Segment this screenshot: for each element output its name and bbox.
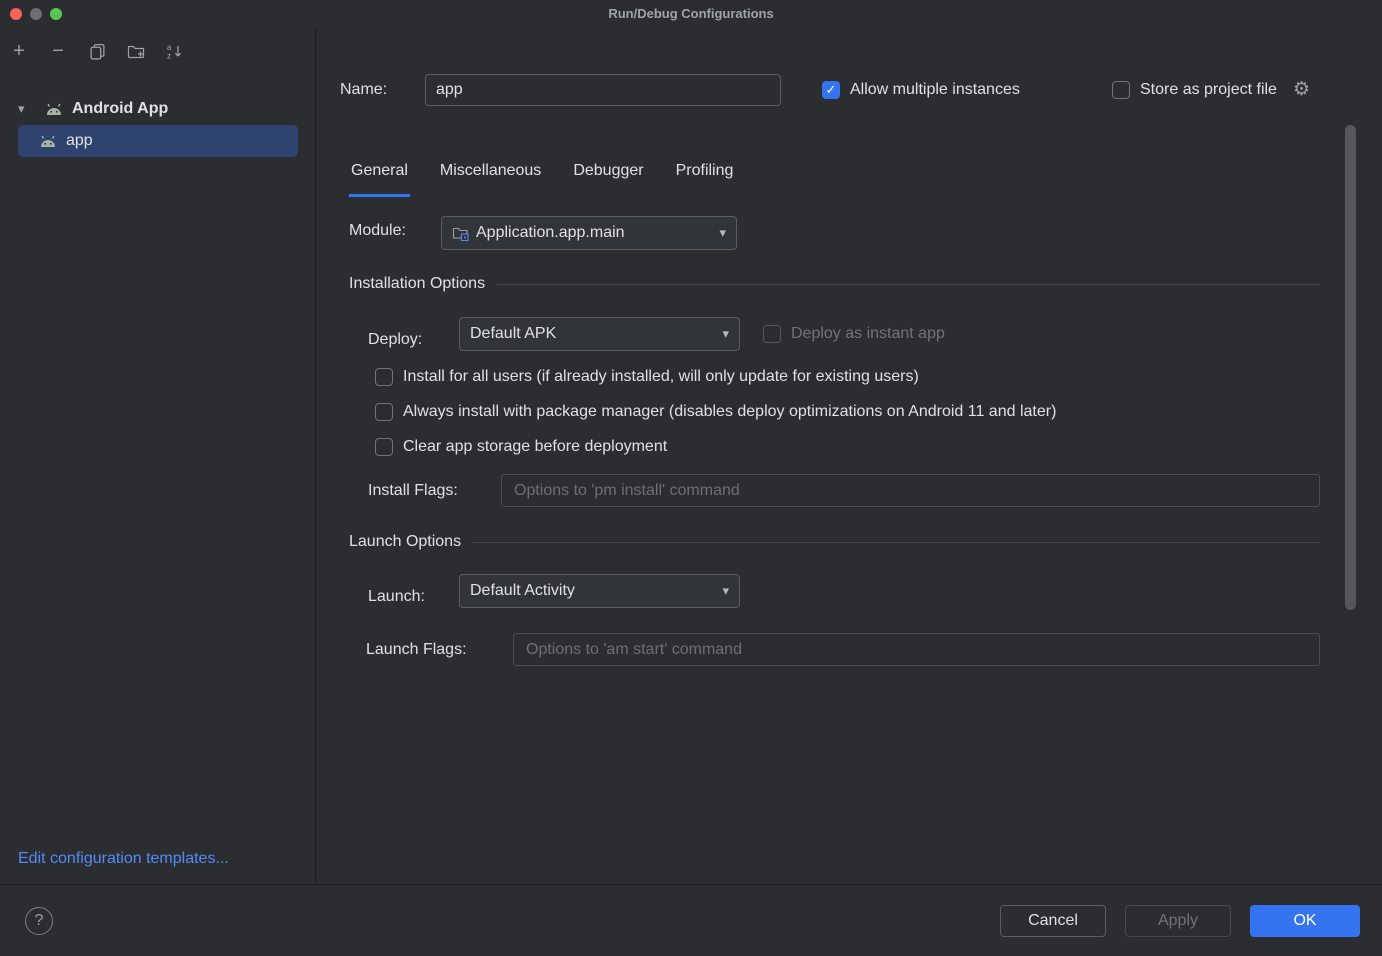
sort-configurations-icon[interactable]: a z — [166, 42, 184, 60]
titlebar: Run/Debug Configurations — [0, 0, 1382, 28]
deploy-dropdown[interactable]: Default APK ▾ — [459, 317, 740, 351]
always-install-package-manager-label: Always install with package manager (dis… — [403, 403, 1056, 421]
launch-dropdown[interactable]: Default Activity ▾ — [459, 574, 740, 608]
launch-options-title: Launch Options — [349, 533, 461, 551]
install-flags-label: Install Flags: — [368, 474, 458, 507]
dropdown-arrow-icon: ▾ — [722, 583, 729, 599]
always-install-package-manager-checkbox[interactable]: Always install with package manager (dis… — [375, 403, 1056, 421]
android-icon — [44, 102, 64, 116]
tab-general[interactable]: General — [349, 150, 410, 197]
launch-label: Launch: — [368, 580, 425, 614]
dialog-footer: ? Cancel Apply OK — [0, 884, 1382, 956]
module-icon — [452, 225, 469, 241]
installation-options-title: Installation Options — [349, 275, 485, 293]
tree-group-android-app[interactable]: ▾ Android App — [0, 94, 315, 124]
checkbox-unchecked-icon[interactable] — [375, 368, 393, 386]
remove-configuration-icon[interactable]: − — [49, 42, 67, 60]
checkbox-unchecked-icon[interactable] — [375, 403, 393, 421]
name-label: Name: — [340, 74, 387, 106]
checkbox-disabled-icon — [763, 325, 781, 343]
installation-options-section: Installation Options — [349, 275, 1320, 293]
ok-button[interactable]: OK — [1250, 905, 1360, 937]
copy-configuration-icon[interactable] — [88, 42, 106, 60]
section-divider — [473, 542, 1320, 543]
svg-text:z: z — [167, 51, 171, 60]
checkbox-unchecked-icon[interactable] — [375, 438, 393, 456]
cancel-button[interactable]: Cancel — [1000, 905, 1106, 937]
tree-group-label: Android App — [72, 100, 168, 118]
launch-value: Default Activity — [470, 582, 575, 600]
launch-flags-label: Launch Flags: — [366, 633, 467, 666]
allow-multiple-instances-label: Allow multiple instances — [850, 81, 1020, 99]
new-folder-icon[interactable] — [127, 42, 145, 60]
window-title: Run/Debug Configurations — [0, 0, 1382, 28]
sidebar-toolbar: + − a z — [10, 42, 184, 60]
checkbox-unchecked-icon[interactable] — [1112, 81, 1130, 99]
help-icon: ? — [35, 912, 44, 930]
android-icon — [38, 134, 58, 148]
chevron-down-icon[interactable]: ▾ — [18, 101, 34, 117]
apply-button[interactable]: Apply — [1125, 905, 1231, 937]
help-button[interactable]: ? — [25, 907, 53, 935]
vertical-scrollbar[interactable] — [1345, 125, 1356, 610]
store-as-project-file-label: Store as project file — [1140, 81, 1277, 99]
tab-bar: General Miscellaneous Debugger Profiling — [349, 150, 735, 197]
deploy-as-instant-app-checkbox: Deploy as instant app — [763, 325, 945, 343]
tab-miscellaneous[interactable]: Miscellaneous — [438, 150, 543, 197]
gear-icon[interactable]: ⚙ — [1293, 81, 1310, 99]
clear-app-storage-checkbox[interactable]: Clear app storage before deployment — [375, 438, 667, 456]
install-flags-input[interactable] — [501, 474, 1320, 507]
name-input[interactable] — [425, 74, 781, 106]
edit-configuration-templates-link[interactable]: Edit configuration templates... — [18, 850, 229, 868]
dropdown-arrow-icon: ▾ — [722, 326, 729, 342]
add-configuration-icon[interactable]: + — [10, 42, 28, 60]
store-as-project-file-checkbox[interactable]: Store as project file ⚙ — [1112, 81, 1310, 99]
checkbox-checked-icon[interactable]: ✓ — [822, 81, 840, 99]
configuration-editor: Name: ✓ Allow multiple instances Store a… — [317, 28, 1382, 884]
install-for-all-users-checkbox[interactable]: Install for all users (if already instal… — [375, 368, 919, 386]
tree-item-app[interactable]: app — [18, 125, 298, 157]
deploy-label: Deploy: — [368, 323, 422, 357]
run-debug-configurations-dialog: Run/Debug Configurations + − — [0, 0, 1382, 956]
tab-debugger[interactable]: Debugger — [571, 150, 645, 197]
install-for-all-users-label: Install for all users (if already instal… — [403, 368, 919, 386]
section-divider — [497, 284, 1320, 285]
launch-options-section: Launch Options — [349, 533, 1320, 551]
deploy-as-instant-app-label: Deploy as instant app — [791, 325, 945, 343]
dropdown-arrow-icon: ▾ — [719, 225, 726, 241]
launch-flags-input[interactable] — [513, 633, 1320, 666]
tree-item-label: app — [66, 132, 93, 150]
tab-profiling[interactable]: Profiling — [674, 150, 736, 197]
module-dropdown[interactable]: Application.app.main ▾ — [441, 216, 737, 250]
clear-app-storage-label: Clear app storage before deployment — [403, 438, 667, 456]
module-label: Module: — [349, 222, 406, 240]
dialog-body: + − a z — [0, 28, 1382, 884]
deploy-value: Default APK — [470, 325, 556, 343]
allow-multiple-instances-checkbox[interactable]: ✓ Allow multiple instances — [822, 81, 1020, 99]
configurations-sidebar: + − a z — [0, 28, 316, 884]
module-value: Application.app.main — [476, 224, 625, 242]
